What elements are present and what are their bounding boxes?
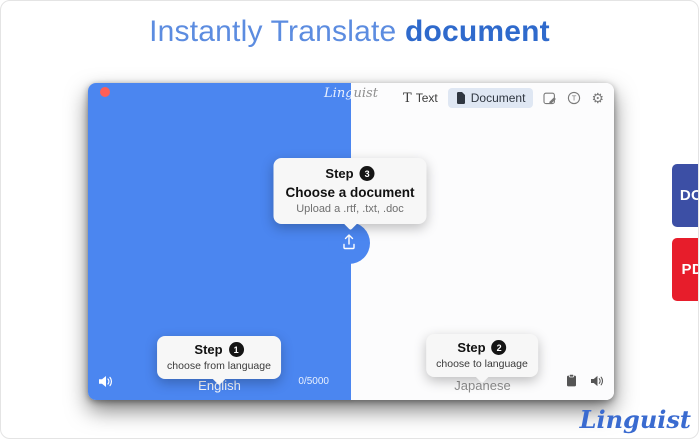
step2-header: Step 2 [436, 340, 528, 355]
step3-tooltip: Step 3 Choose a document Upload a .rtf, … [273, 158, 427, 231]
tab-document-label: Document [470, 91, 526, 105]
file-ext-label: PDF [681, 261, 698, 278]
text-icon: T [403, 90, 412, 106]
tab-document[interactable]: Document [447, 88, 534, 108]
step3-label: Step [325, 166, 354, 181]
compose-icon[interactable] [543, 91, 557, 105]
step1-number-badge: 1 [228, 342, 244, 357]
svg-text:T: T [572, 94, 577, 103]
char-counter: 0/5000 [298, 376, 329, 387]
step1-label: Step [194, 342, 223, 357]
target-actions [565, 374, 604, 392]
step1-tooltip: Step 1 choose from language [157, 336, 281, 386]
step2-label: Step [457, 340, 486, 355]
gear-icon[interactable]: ⚙ [591, 91, 604, 105]
target-speaker-icon[interactable] [590, 374, 604, 392]
step3-header: Step 3 [285, 166, 414, 181]
file-type-card-doc: DOC [672, 164, 698, 227]
page: Instantly Translate document English 0/5… [0, 0, 699, 439]
step2-tooltip: Step 2 choose to language [426, 334, 538, 384]
toolbar: T Text Document T ⚙ [403, 88, 604, 108]
page-title-bold: document [404, 15, 550, 48]
step3-title: Choose a document [285, 185, 415, 200]
file-type-card-pdf: PDF [672, 238, 698, 301]
file-type-grid: DOC TXT RTF PDF [672, 164, 698, 301]
step2-number-badge: 2 [491, 340, 507, 355]
close-traffic-light-icon[interactable] [100, 87, 110, 97]
tab-text[interactable]: T Text [403, 91, 438, 105]
step1-header: Step 1 [167, 342, 271, 357]
file-ext-label: DOC [679, 187, 698, 204]
step3-number-badge: 3 [359, 166, 375, 181]
brand-logo: Linguist [579, 405, 691, 434]
upload-icon [339, 232, 359, 255]
page-title: Instantly Translate document [1, 15, 698, 49]
step3-description: Upload a .rtf, .txt, .doc [296, 203, 404, 215]
circled-t-icon[interactable]: T [567, 91, 581, 105]
page-title-light: Instantly Translate [149, 15, 397, 48]
document-icon [456, 92, 466, 104]
clipboard-icon[interactable] [565, 374, 578, 392]
tab-text-label: Text [415, 91, 438, 105]
app-window: English 0/5000 DOC TXT RTF PDF Japanese [88, 83, 698, 400]
